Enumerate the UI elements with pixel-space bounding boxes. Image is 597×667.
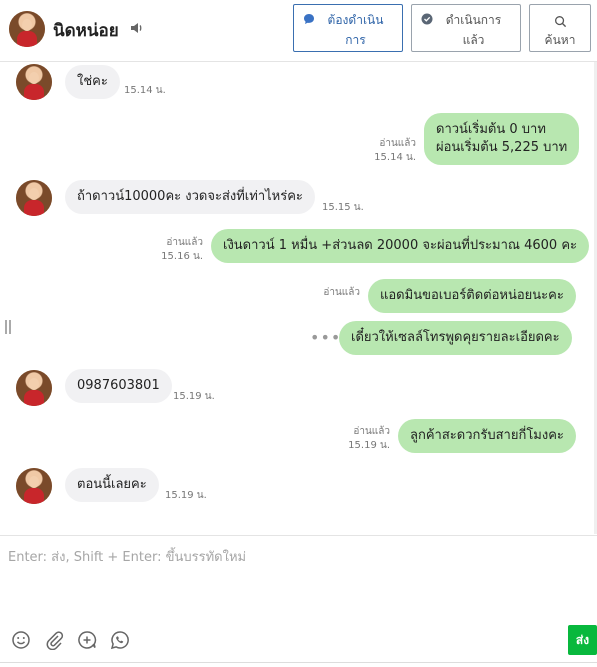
message-line: ดาวน์เริ่มต้น 0 บาท bbox=[436, 122, 546, 137]
incoming-message[interactable]: ถ้าดาวน์10000คะ งวดจะส่งที่เท่าไหร่คะ bbox=[65, 180, 315, 214]
pending-action-label: ต้องดำเนินการ bbox=[327, 13, 384, 47]
outgoing-message[interactable]: ลูกค้าสะดวกรับสายกี่โมงคะ bbox=[398, 419, 576, 453]
contact-avatar[interactable] bbox=[9, 11, 45, 47]
add-circle-icon[interactable] bbox=[77, 630, 97, 650]
message-time: 15.19 น. bbox=[173, 391, 215, 402]
pending-action-button[interactable]: ต้องดำเนินการ bbox=[293, 4, 403, 52]
message-input[interactable] bbox=[8, 546, 588, 616]
whatsapp-icon[interactable] bbox=[110, 630, 130, 650]
sender-avatar[interactable] bbox=[16, 64, 52, 100]
sender-avatar[interactable] bbox=[16, 370, 52, 406]
emoji-icon[interactable] bbox=[11, 630, 31, 650]
incoming-message[interactable]: ตอนนี้เลยคะ bbox=[65, 468, 159, 502]
divider bbox=[0, 662, 597, 663]
outgoing-message[interactable]: เดี๋ยวให้เซลล์โทรพูดคุยรายละเอียดคะ bbox=[339, 321, 572, 355]
message-time: 15.14 น. bbox=[374, 152, 416, 163]
send-button[interactable]: ส่ง bbox=[568, 625, 597, 655]
outgoing-message[interactable]: แอดมินขอเบอร์ติดต่อหน่อยนะคะ bbox=[368, 279, 576, 313]
check-circle-icon bbox=[421, 13, 432, 25]
resize-handle[interactable] bbox=[5, 320, 11, 334]
contact-name[interactable]: นิดหน่อย bbox=[53, 17, 119, 44]
search-icon bbox=[554, 15, 566, 27]
message-time: 15.15 น. bbox=[322, 202, 364, 213]
read-status: อ่านแล้ว bbox=[353, 426, 390, 437]
message-time: 15.14 น. bbox=[124, 85, 166, 96]
incoming-message[interactable]: ใช่คะ bbox=[65, 65, 120, 99]
chat-header: นิดหน่อย ต้องดำเนินการ ดำเนินการแล้ว ค้น… bbox=[0, 0, 597, 62]
sender-avatar[interactable] bbox=[16, 180, 52, 216]
outgoing-message[interactable]: เงินดาวน์ 1 หมื่น +ส่วนลด 20000 จะผ่อนที… bbox=[211, 229, 589, 263]
done-action-label: ดำเนินการแล้ว bbox=[445, 13, 502, 47]
composer: ส่ง bbox=[0, 535, 597, 667]
read-status: อ่านแล้ว bbox=[323, 287, 360, 298]
outgoing-message[interactable]: ดาวน์เริ่มต้น 0 บาท ผ่อนเริ่มต้น 5,225 บ… bbox=[424, 113, 580, 165]
read-status: อ่านแล้ว bbox=[166, 237, 203, 248]
incoming-message[interactable]: 0987603801 bbox=[65, 369, 172, 403]
more-options-icon[interactable]: ••• bbox=[310, 328, 341, 347]
sender-avatar[interactable] bbox=[16, 468, 52, 504]
search-label: ค้นหา bbox=[544, 32, 576, 47]
message-line: ผ่อนเริ่มต้น 5,225 บาท bbox=[436, 140, 568, 155]
chat-bubble-icon bbox=[303, 14, 314, 24]
speaker-icon[interactable] bbox=[129, 20, 145, 36]
read-status: อ่านแล้ว bbox=[379, 138, 416, 149]
message-time: 15.19 น. bbox=[165, 490, 207, 501]
message-time: 15.19 น. bbox=[348, 440, 390, 451]
search-button[interactable]: ค้นหา bbox=[529, 4, 591, 52]
done-action-button[interactable]: ดำเนินการแล้ว bbox=[411, 4, 521, 52]
attachment-icon[interactable] bbox=[44, 630, 64, 650]
message-time: 15.16 น. bbox=[161, 251, 203, 262]
message-list[interactable]: ใช่คะ 15.14 น. อ่านแล้ว 15.14 น. ดาวน์เร… bbox=[0, 62, 597, 534]
